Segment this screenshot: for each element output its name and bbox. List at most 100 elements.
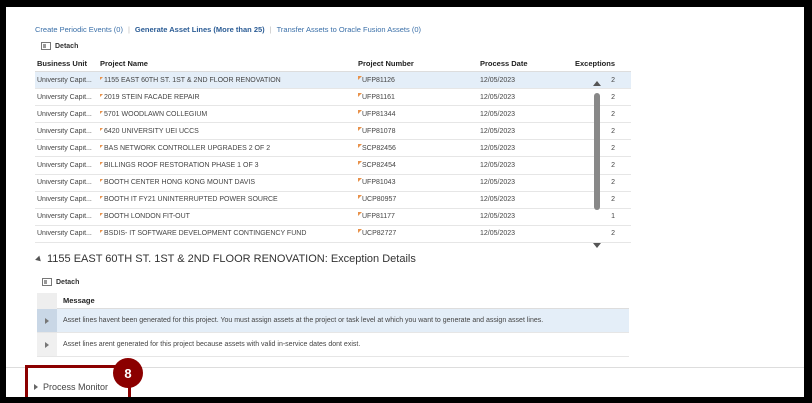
exceptions-cell: 2 xyxy=(611,230,615,238)
project-number-cell: UFP81078 xyxy=(356,126,477,135)
project-name-cell: BAS NETWORK CONTROLLER UPGRADES 2 OF 2 xyxy=(98,144,356,152)
project-name-text: 6420 UNIVERSITY UEI UCCS xyxy=(104,127,199,135)
project-number-cell: UCP80957 xyxy=(356,195,477,203)
project-number-cell: SCP82454 xyxy=(356,161,477,170)
col-process-date[interactable]: Process Date xyxy=(477,59,565,68)
table-row[interactable]: University Capit... 6420 UNIVERSITY UEI U… xyxy=(35,123,631,141)
tab-bar: Create Periodic Events (0) | Generate As… xyxy=(35,22,426,36)
project-name-text: BSDIS- IT SOFTWARE DEVELOPMENT CONTINGEN… xyxy=(104,230,307,238)
project-number-cell: UFP81161 xyxy=(356,92,477,101)
business-unit-cell: University Capit... xyxy=(37,230,92,238)
project-number-text: UFP81126 xyxy=(362,76,395,84)
message-text: Asset lines havent been generated for th… xyxy=(63,317,544,324)
project-number-cell: SCP82456 xyxy=(356,143,477,152)
project-number-text: UCP82727 xyxy=(362,230,397,238)
flag-icon xyxy=(358,92,362,97)
table-row[interactable]: University Capit... BILLINGS ROOF RESTORA… xyxy=(35,157,631,175)
project-number-text: UFP81177 xyxy=(362,213,395,221)
project-name-text: 5701 WOODLAWN COLLEGIUM xyxy=(104,110,208,118)
vertical-scrollbar[interactable] xyxy=(592,73,602,251)
row-expand-button[interactable] xyxy=(37,333,57,356)
flag-icon xyxy=(358,75,362,80)
table-row[interactable]: University Capit... BOOTH CENTER HONG KON… xyxy=(35,175,631,192)
table-row[interactable]: University Capit... 1155 EAST 60TH ST. 1S… xyxy=(35,72,631,90)
detach-icon xyxy=(41,42,51,50)
exceptions-cell: 2 xyxy=(611,162,615,170)
project-name-text: BOOTH CENTER HONG KONG MOUNT DAVIS xyxy=(104,179,256,187)
flag-icon xyxy=(100,76,104,80)
project-number-cell: UFP81177 xyxy=(356,212,477,221)
table-row[interactable]: University Capit... BOOTH IT FY21 UNINTER… xyxy=(35,192,631,209)
row-expand-button[interactable] xyxy=(37,309,57,332)
detach-button[interactable]: Detach xyxy=(41,42,78,50)
business-unit-cell: University Capit... xyxy=(37,179,92,187)
business-unit-cell: University Capit... xyxy=(37,127,92,135)
project-number-cell: UFP81043 xyxy=(356,178,477,187)
flag-icon xyxy=(358,109,362,114)
col-exceptions[interactable]: Exceptions xyxy=(565,59,617,68)
col-project-number[interactable]: Project Number xyxy=(356,59,477,68)
flag-icon xyxy=(100,179,104,183)
scroll-up-icon[interactable] xyxy=(593,81,601,86)
table-row[interactable]: University Capit... BOOTH LONDON FIT-OUT U… xyxy=(35,209,631,226)
exceptions-cell: 2 xyxy=(611,93,615,101)
project-number-text: UFP81344 xyxy=(362,110,396,118)
table-row[interactable]: University Capit... 5701 WOODLAWN COLLEGI… xyxy=(35,106,631,124)
project-number-text: SCP82456 xyxy=(362,144,396,152)
exceptions-cell: 2 xyxy=(611,127,615,135)
tab-create-periodic-events[interactable]: Create Periodic Events (0) xyxy=(35,25,128,34)
exceptions-cell: 2 xyxy=(611,179,615,187)
project-name-cell: 6420 UNIVERSITY UEI UCCS xyxy=(98,127,356,135)
project-number-text: UFP81043 xyxy=(362,179,396,187)
project-number-text: SCP82454 xyxy=(362,162,396,170)
business-unit-cell: University Capit... xyxy=(37,162,92,170)
exception-details-header[interactable]: 1155 EAST 60TH ST. 1ST & 2ND FLOOR RENOV… xyxy=(35,253,416,265)
project-name-cell: BOOTH CENTER HONG KONG MOUNT DAVIS xyxy=(98,179,356,186)
scroll-thumb[interactable] xyxy=(594,93,600,210)
col-message[interactable]: Message xyxy=(57,296,95,305)
flag-icon xyxy=(358,195,362,200)
collapse-triangle-icon[interactable] xyxy=(35,255,43,263)
process-date-cell: 12/05/2023 xyxy=(480,110,516,118)
exceptions-cell: 2 xyxy=(611,144,615,152)
project-name-cell: BILLINGS ROOF RESTORATION PHASE 1 OF 3 xyxy=(98,162,356,169)
col-business-unit[interactable]: Business Unit xyxy=(35,59,98,68)
process-date-cell: 12/05/2023 xyxy=(480,93,516,101)
flag-icon xyxy=(100,230,104,234)
flag-icon xyxy=(100,144,104,148)
callout-number-badge: 8 xyxy=(113,358,143,388)
col-project-name[interactable]: Project Name xyxy=(98,59,356,68)
project-number-text: UFP81161 xyxy=(362,93,395,101)
business-unit-cell: University Capit... xyxy=(37,110,92,118)
flag-icon xyxy=(100,213,104,217)
flag-icon xyxy=(100,93,104,97)
project-number-cell: UCP82727 xyxy=(356,229,477,238)
tab-transfer-assets[interactable]: Transfer Assets to Oracle Fusion Assets … xyxy=(272,25,426,34)
table-row[interactable]: Asset lines havent been generated for th… xyxy=(37,309,629,333)
flag-icon xyxy=(100,162,104,166)
business-unit-cell: University Capit... xyxy=(37,93,92,101)
table-body: University Capit... 1155 EAST 60TH ST. 1S… xyxy=(35,72,631,243)
process-date-cell: 12/05/2023 xyxy=(480,76,516,84)
detach-icon xyxy=(42,278,52,286)
exception-detach-button[interactable]: Detach xyxy=(42,278,79,286)
app-frame: Create Periodic Events (0) | Generate As… xyxy=(6,7,804,397)
project-name-cell: 2019 STEIN FACADE REPAIR xyxy=(98,93,356,101)
tab-generate-asset-lines[interactable]: Generate Asset Lines (More than 25) xyxy=(130,25,270,34)
table-row[interactable]: University Capit... 2019 STEIN FACADE REP… xyxy=(35,89,631,107)
table-row[interactable]: University Capit... BAS NETWORK CONTROLLE… xyxy=(35,140,631,158)
table-row[interactable]: University Capit... BSDIS- IT SOFTWARE DE… xyxy=(35,226,631,243)
flag-icon xyxy=(358,161,362,166)
process-date-cell: 12/05/2023 xyxy=(480,230,516,238)
process-date-cell: 12/05/2023 xyxy=(480,213,516,221)
flag-icon xyxy=(358,229,362,234)
project-name-text: BAS NETWORK CONTROLLER UPGRADES 2 OF 2 xyxy=(104,144,271,152)
process-date-cell: 12/05/2023 xyxy=(480,144,516,152)
exceptions-cell: 2 xyxy=(611,196,615,204)
project-name-cell: 1155 EAST 60TH ST. 1ST & 2ND FLOOR RENOV… xyxy=(98,76,356,84)
exception-messages-table: Message Asset lines havent been generate… xyxy=(37,292,629,357)
scroll-down-icon[interactable] xyxy=(593,243,601,248)
business-unit-cell: University Capit... xyxy=(37,196,92,204)
project-name-text: 1155 EAST 60TH ST. 1ST & 2ND FLOOR RENOV… xyxy=(104,76,281,84)
table-row[interactable]: Asset lines arent generated for this pro… xyxy=(37,333,629,357)
